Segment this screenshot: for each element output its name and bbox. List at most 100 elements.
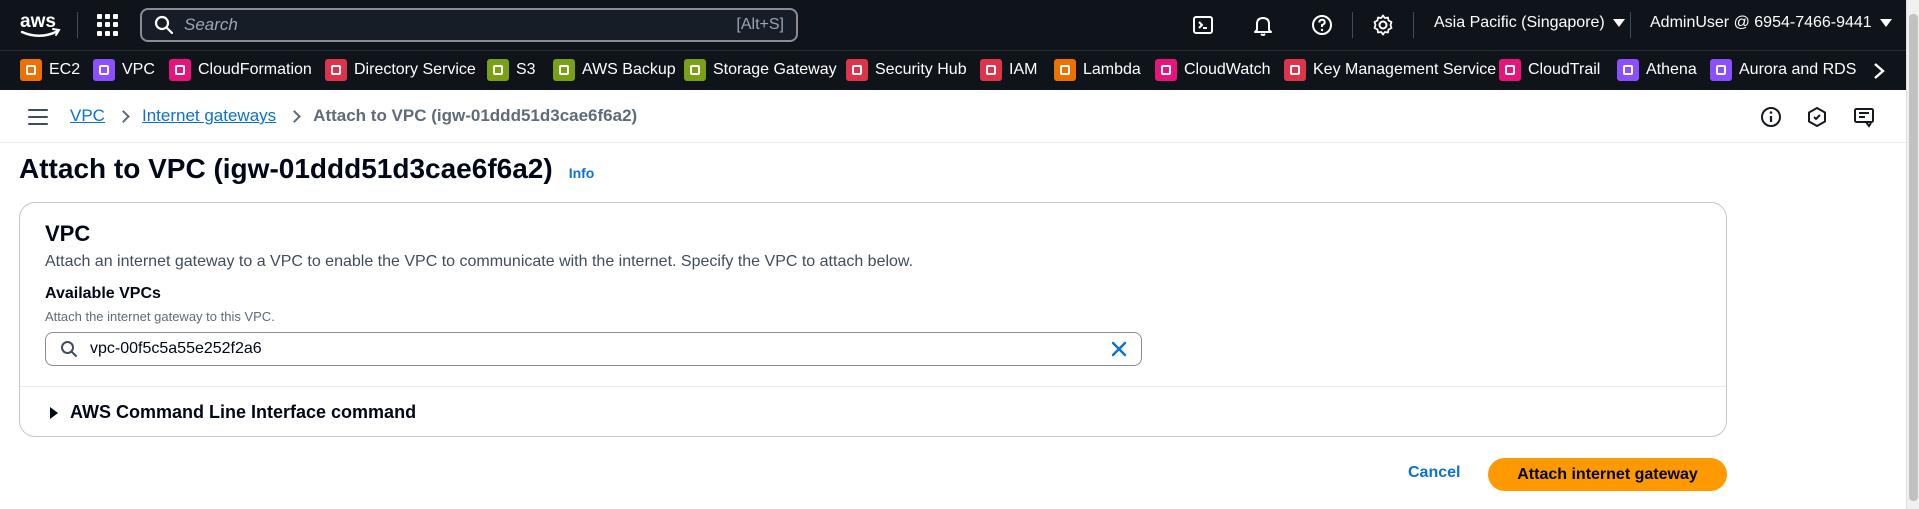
region-label: Asia Pacific (Singapore) xyxy=(1434,14,1605,31)
nav-separator xyxy=(1352,12,1353,38)
favorite-cloudtrail[interactable]: CloudTrail xyxy=(1499,59,1600,81)
favorite-cloudformation[interactable]: CloudFormation xyxy=(169,59,312,81)
cancel-button[interactable]: Cancel xyxy=(1408,464,1460,482)
search-shortcut: [Alt+S] xyxy=(736,16,784,33)
favorite-aws-backup[interactable]: AWS Backup xyxy=(553,59,676,81)
favorite-label: CloudWatch xyxy=(1184,61,1271,78)
lambda-icon xyxy=(1054,59,1076,81)
divider xyxy=(20,386,1726,387)
field-label: Available VPCs xyxy=(45,285,161,302)
favorite-label: Athena xyxy=(1646,61,1697,78)
favorite-label: EC2 xyxy=(49,61,81,78)
favorite-label: Aurora and RDS xyxy=(1739,61,1857,78)
nav-separator xyxy=(1413,12,1414,38)
top-navigation: aws Search [Alt+S] Asia Pacific (Singapo… xyxy=(0,0,1919,50)
breadcrumb-vpc[interactable]: VPC xyxy=(70,106,105,126)
info-icon[interactable] xyxy=(1759,105,1783,129)
help-icon[interactable] xyxy=(1310,13,1334,37)
attach-internet-gateway-button[interactable]: Attach internet gateway xyxy=(1488,458,1727,491)
cloudshell-icon[interactable] xyxy=(1191,13,1215,37)
favorite-label: Directory Service xyxy=(354,61,476,78)
ec2-icon xyxy=(20,59,42,81)
favorite-label: S3 xyxy=(516,61,536,78)
breadcrumb: VPC Internet gateways Attach to VPC (igw… xyxy=(70,106,637,126)
page-title: Attach to VPC (igw-01ddd51d3cae6f6a2) xyxy=(19,153,553,184)
favorite-label: CloudTrail xyxy=(1528,61,1601,78)
container-description: Attach an internet gateway to a VPC to e… xyxy=(45,253,914,270)
info-link[interactable]: Info xyxy=(569,165,595,181)
key-management-service-icon xyxy=(1284,59,1306,81)
chevron-right-icon xyxy=(288,109,302,123)
container-title: VPC xyxy=(45,221,91,246)
favorite-storage-gateway[interactable]: Storage Gateway xyxy=(684,59,837,81)
favorite-label: Security Hub xyxy=(875,61,967,78)
favorite-aurora-rds[interactable]: Aurora and RDS xyxy=(1710,59,1856,81)
scrollbar-thumb[interactable] xyxy=(1909,14,1918,501)
available-vpcs-autosuggest[interactable]: vpc-00f5c5a55e252f2a6 xyxy=(45,332,1142,366)
favorite-label: Storage Gateway xyxy=(713,61,837,78)
account-label: AdminUser @ 6954-7466-9441 xyxy=(1650,14,1872,31)
expander-label: AWS Command Line Interface command xyxy=(70,402,417,422)
breadcrumb-current: Attach to VPC (igw-01ddd51d3cae6f6a2) xyxy=(313,106,638,125)
aws-backup-icon xyxy=(553,59,575,81)
breadcrumb-internet-gateways[interactable]: Internet gateways xyxy=(142,106,276,126)
security-hub-icon xyxy=(846,59,868,81)
favorite-vpc[interactable]: VPC xyxy=(93,59,155,81)
favorite-lambda[interactable]: Lambda xyxy=(1054,59,1141,81)
cloudwatch-icon xyxy=(1155,59,1177,81)
vpc-container: VPC Attach an internet gateway to a VPC … xyxy=(19,202,1727,437)
favorite-security-hub[interactable]: Security Hub xyxy=(846,59,967,81)
favorite-label: Lambda xyxy=(1083,61,1141,78)
cloudtrail-icon xyxy=(1499,59,1521,81)
favorites-bar: EC2 VPC CloudFormation Directory Service… xyxy=(0,50,1906,90)
favorite-athena[interactable]: Athena xyxy=(1617,59,1697,81)
page-header: Attach to VPC (igw-01ddd51d3cae6f6a2) In… xyxy=(19,153,594,185)
breadcrumb-bar: VPC Internet gateways Attach to VPC (igw… xyxy=(0,91,1906,143)
search-icon xyxy=(61,341,77,357)
favorite-cloudwatch[interactable]: CloudWatch xyxy=(1155,59,1271,81)
search-icon xyxy=(154,15,174,35)
field-description: Attach the internet gateway to this VPC. xyxy=(45,309,275,324)
athena-icon xyxy=(1617,59,1639,81)
caret-down-icon xyxy=(1879,19,1892,27)
favorite-s3[interactable]: S3 xyxy=(487,59,536,81)
iam-icon xyxy=(980,59,1002,81)
tutorial-panel-icon[interactable] xyxy=(1852,105,1876,129)
available-vpcs-value[interactable]: vpc-00f5c5a55e252f2a6 xyxy=(90,340,1109,358)
caret-right-icon xyxy=(50,406,58,419)
favorite-iam[interactable]: IAM xyxy=(980,59,1037,81)
chevron-right-icon xyxy=(117,109,130,123)
region-selector[interactable]: Asia Pacific (Singapore) xyxy=(1434,14,1625,32)
page-scrollbar[interactable] xyxy=(1906,0,1919,509)
search-input[interactable]: Search [Alt+S] xyxy=(140,8,798,42)
favorite-directory-service[interactable]: Directory Service xyxy=(325,59,476,81)
vpc-icon xyxy=(93,59,115,81)
favorite-label: VPC xyxy=(122,61,155,78)
notifications-shield-icon[interactable] xyxy=(1805,105,1829,129)
favorite-label: CloudFormation xyxy=(198,61,312,78)
bell-icon[interactable] xyxy=(1251,13,1275,37)
favorite-kms[interactable]: Key Management Service xyxy=(1284,59,1496,81)
nav-separator xyxy=(1630,12,1631,38)
clear-icon[interactable] xyxy=(1109,339,1129,359)
directory-service-icon xyxy=(325,59,347,81)
cli-command-expander[interactable]: AWS Command Line Interface command xyxy=(50,402,416,423)
favorite-label: IAM xyxy=(1009,61,1038,78)
menu-icon[interactable] xyxy=(28,109,48,125)
search-placeholder: Search xyxy=(184,15,238,34)
cloudformation-icon xyxy=(169,59,191,81)
nav-separator xyxy=(77,12,78,38)
favorite-label: Key Management Service xyxy=(1313,61,1497,78)
favorites-scroll-right-button[interactable] xyxy=(1864,59,1894,83)
aws-logo[interactable]: aws xyxy=(18,10,62,40)
gear-icon[interactable] xyxy=(1371,13,1395,37)
storage-gateway-icon xyxy=(684,59,706,81)
chevron-right-icon xyxy=(1874,63,1885,79)
caret-down-icon xyxy=(1612,19,1625,27)
svg-text:aws: aws xyxy=(20,11,56,32)
services-grid-icon[interactable] xyxy=(97,14,119,36)
account-menu[interactable]: AdminUser @ 6954-7466-9441 xyxy=(1650,14,1892,32)
favorite-ec2[interactable]: EC2 xyxy=(20,59,80,81)
s3-icon xyxy=(487,59,509,81)
aurora-rds-icon xyxy=(1710,59,1732,81)
